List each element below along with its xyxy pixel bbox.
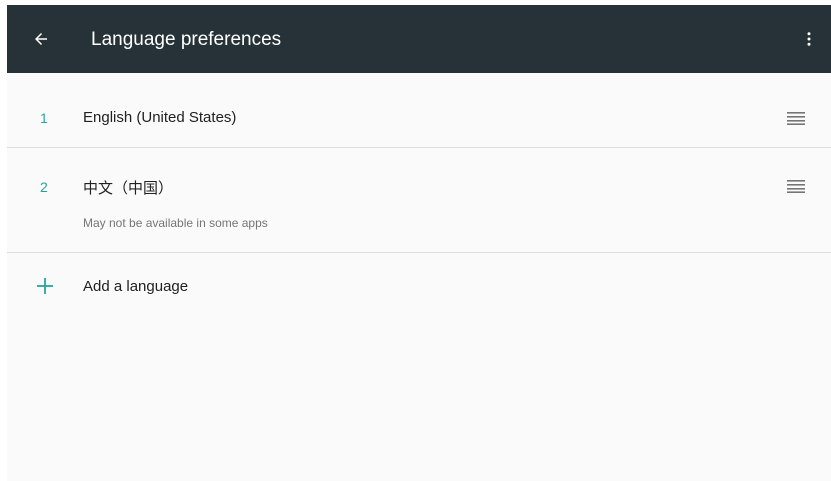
language-rank: 1 bbox=[40, 110, 48, 126]
back-button[interactable] bbox=[27, 25, 55, 53]
add-icon bbox=[34, 275, 56, 297]
drag-handle[interactable] bbox=[785, 176, 807, 196]
overflow-menu-button[interactable] bbox=[795, 25, 823, 53]
language-name: 中文（中国） bbox=[83, 180, 174, 197]
app-bar: Language preferences bbox=[7, 5, 831, 73]
more-vert-icon bbox=[807, 32, 811, 46]
drag-handle[interactable] bbox=[785, 108, 807, 128]
add-language-button[interactable]: Add a language bbox=[7, 253, 831, 323]
language-item-chinese[interactable]: 2 中文（中国） May not be available in some ap… bbox=[7, 148, 831, 253]
language-item-english[interactable]: 1 English (United States) bbox=[7, 73, 831, 148]
language-name: English (United States) bbox=[83, 109, 237, 126]
drag-handle-icon bbox=[787, 180, 805, 193]
page-title: Language preferences bbox=[91, 29, 282, 50]
add-language-label: Add a language bbox=[83, 278, 189, 295]
arrow-back-icon bbox=[35, 33, 47, 45]
settings-screen: Language preferences 1 English (United S… bbox=[7, 5, 831, 481]
language-rank: 2 bbox=[40, 179, 48, 195]
drag-handle-icon bbox=[787, 112, 805, 125]
language-note: May not be available in some apps bbox=[83, 216, 268, 230]
language-list: 1 English (United States) 2 中文（中国） May n… bbox=[7, 73, 831, 323]
